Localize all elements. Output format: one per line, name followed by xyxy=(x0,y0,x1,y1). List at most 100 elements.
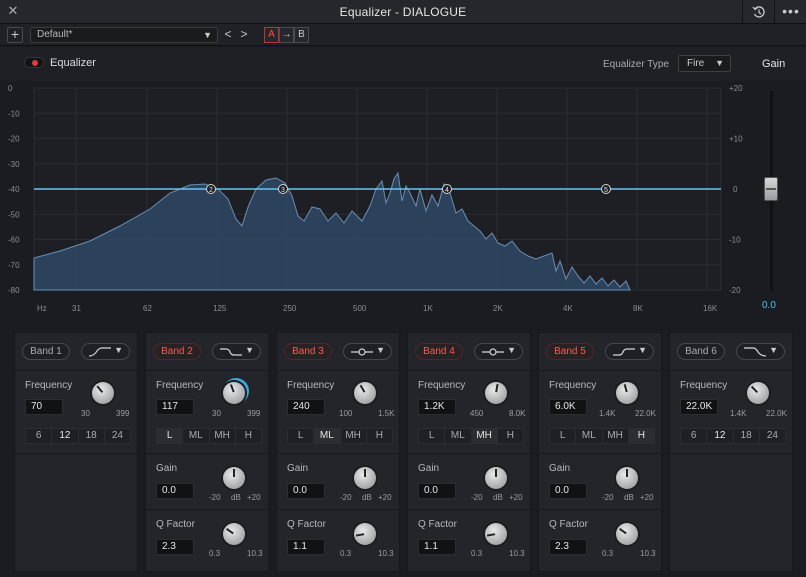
preset-dropdown[interactable]: Default* ▼ xyxy=(30,27,218,43)
type-option[interactable]: MH xyxy=(340,429,367,443)
band-1-frequency-field[interactable]: 70 xyxy=(25,399,63,415)
type-option[interactable]: L xyxy=(288,429,315,443)
band-6-frequency-field[interactable]: 22.0K xyxy=(680,399,718,415)
slope-option[interactable]: 18 xyxy=(733,429,760,443)
band-2-q-knob[interactable] xyxy=(223,523,245,545)
band-3-frequency-knob[interactable] xyxy=(354,382,376,404)
slope-option[interactable]: 18 xyxy=(78,429,105,443)
band-4-type-selector: L ML MH H xyxy=(418,428,524,444)
type-option[interactable]: H xyxy=(497,429,523,443)
band-1-frequency-knob[interactable] xyxy=(92,382,114,404)
more-options-icon[interactable]: ••• xyxy=(780,3,802,21)
reset-icon[interactable] xyxy=(750,3,768,21)
band-handle-label: 2 xyxy=(209,187,213,194)
band-4-q-knob[interactable] xyxy=(485,523,507,545)
b-button[interactable]: B xyxy=(294,27,309,43)
slope-option[interactable]: 12 xyxy=(707,429,734,443)
band-6-frequency-knob[interactable] xyxy=(747,382,769,404)
band-5-gain-knob[interactable] xyxy=(616,467,638,489)
band-5-frequency-knob[interactable] xyxy=(616,382,638,404)
y-right-tick-label: 0 xyxy=(733,185,738,194)
band-4-handle[interactable]: 4 xyxy=(442,184,452,195)
band-2-toggle[interactable]: Band 2 xyxy=(153,343,201,360)
frequency-label: Frequency xyxy=(287,380,335,391)
band-5-gain-field[interactable]: 0.0 xyxy=(549,483,587,499)
band-4-q-field[interactable]: 1.1 xyxy=(418,539,456,555)
band-6-filter-type-dropdown[interactable]: ▼ xyxy=(736,343,785,360)
type-option[interactable]: MH xyxy=(471,429,498,443)
band-5-frequency-field[interactable]: 6.0K xyxy=(549,399,587,415)
type-option[interactable]: ML xyxy=(445,429,472,443)
band-5-handle[interactable]: 5 xyxy=(601,184,611,195)
a-button[interactable]: A xyxy=(264,27,279,43)
type-option[interactable]: L xyxy=(419,429,446,443)
gain-unit-label: dB xyxy=(624,493,634,502)
band-5-filter-type-dropdown[interactable]: ▼ xyxy=(605,343,654,360)
y-left-tick-label: -20 xyxy=(8,135,20,144)
slope-option[interactable]: 24 xyxy=(759,429,785,443)
eq-graph[interactable]: 0 -10 -20 -30 -40 -50 -60 -70 -80 +20 +10 0 -10 -20 … xyxy=(0,81,806,321)
copy-a-to-b-button[interactable]: → xyxy=(279,27,294,43)
next-preset-button[interactable]: > xyxy=(237,27,251,43)
type-option[interactable]: ML xyxy=(576,429,603,443)
type-option[interactable]: MH xyxy=(209,429,236,443)
band-5-q-knob[interactable] xyxy=(616,523,638,545)
band-header: Band 1 ▼ xyxy=(15,333,137,371)
band-1-filter-type-dropdown[interactable]: ▼ xyxy=(81,343,130,360)
band-4-frequency-knob[interactable] xyxy=(485,382,507,404)
type-option[interactable]: ML xyxy=(183,429,210,443)
type-option[interactable]: H xyxy=(366,429,392,443)
equalizer-type-dropdown[interactable]: Fire ▼ xyxy=(678,55,731,72)
band-4-gain-field[interactable]: 0.0 xyxy=(418,483,456,499)
add-preset-button[interactable]: + xyxy=(7,27,23,43)
band-1-panel: Band 1 ▼ Frequency 70 30 399 6 12 18 24 xyxy=(14,332,138,572)
band-2-gain-knob[interactable] xyxy=(223,467,245,489)
type-option[interactable]: L xyxy=(157,429,184,443)
gain-unit-label: dB xyxy=(231,493,241,502)
band-3-toggle[interactable]: Band 3 xyxy=(284,343,332,360)
q-max-label: 10.3 xyxy=(509,549,525,558)
band-4-filter-type-dropdown[interactable]: ▼ xyxy=(474,343,523,360)
slope-option[interactable]: 6 xyxy=(26,429,53,443)
type-option[interactable]: H xyxy=(628,429,654,443)
band-4-frequency-field[interactable]: 1.2K xyxy=(418,399,456,415)
previous-preset-button[interactable]: < xyxy=(221,27,235,43)
band-1-toggle[interactable]: Band 1 xyxy=(22,343,70,360)
gain-min-label: -20 xyxy=(602,493,614,502)
type-option[interactable]: H xyxy=(235,429,261,443)
band-2-gain-field[interactable]: 0.0 xyxy=(156,483,194,499)
band-5-q-field[interactable]: 2.3 xyxy=(549,539,587,555)
type-option[interactable]: ML xyxy=(314,429,341,443)
equalizer-label: Equalizer xyxy=(50,57,96,69)
band-3-filter-type-dropdown[interactable]: ▼ xyxy=(343,343,392,360)
band-3-handle[interactable]: 3 xyxy=(278,184,288,195)
band-3-frequency-field[interactable]: 240 xyxy=(287,399,325,415)
band-5-toggle[interactable]: Band 5 xyxy=(546,343,594,360)
band-5-panel: Band 5 ▼ Frequency 6.0K 1.4K 22.0K L ML … xyxy=(538,332,662,572)
band-3-gain-field[interactable]: 0.0 xyxy=(287,483,325,499)
slope-option[interactable]: 24 xyxy=(104,429,130,443)
type-option[interactable]: MH xyxy=(602,429,629,443)
band-3-q-knob[interactable] xyxy=(354,523,376,545)
band-4-toggle[interactable]: Band 4 xyxy=(415,343,463,360)
band-2-frequency-field[interactable]: 117 xyxy=(156,399,194,415)
band-4-gain-knob[interactable] xyxy=(485,467,507,489)
band-2-q-field[interactable]: 2.3 xyxy=(156,539,194,555)
freq-max-label: 399 xyxy=(116,409,130,418)
band-2-handle[interactable]: 2 xyxy=(206,184,216,195)
band-3-gain-knob[interactable] xyxy=(354,467,376,489)
gain-slider-handle[interactable] xyxy=(764,177,778,201)
divider xyxy=(146,509,268,510)
type-option[interactable]: L xyxy=(550,429,577,443)
band-2-frequency-knob[interactable] xyxy=(223,382,245,404)
slope-option[interactable]: 12 xyxy=(52,429,79,443)
band-2-filter-type-dropdown[interactable]: ▼ xyxy=(212,343,261,360)
equalizer-power-toggle[interactable] xyxy=(24,57,44,68)
frequency-response-plot[interactable]: 0-10-20-30-40-50-60-70-80 +20+100-10-20 … xyxy=(0,81,806,321)
chevron-down-icon: ▼ xyxy=(203,30,212,40)
divider xyxy=(15,453,137,454)
slope-option[interactable]: 6 xyxy=(681,429,708,443)
band-3-q-field[interactable]: 1.1 xyxy=(287,539,325,555)
q-factor-label: Q Factor xyxy=(418,519,457,530)
band-6-toggle[interactable]: Band 6 xyxy=(677,343,725,360)
